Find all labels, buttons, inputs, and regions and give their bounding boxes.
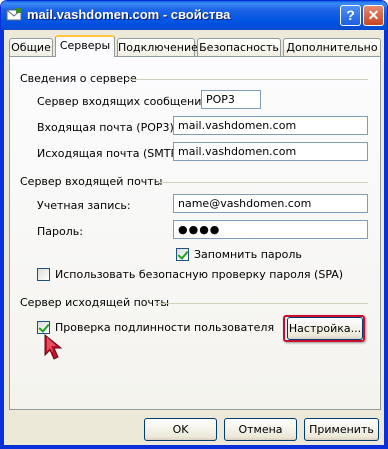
- properties-dialog: mail.vashdomen.com - свойства ? ✕ Общие …: [0, 0, 388, 449]
- title-bar[interactable]: mail.vashdomen.com - свойства ? ✕: [1, 1, 387, 30]
- group-divider: [128, 79, 368, 80]
- spa-label[interactable]: Использовать безопасную проверку пароля …: [55, 268, 343, 281]
- incoming-server-group-label: Сервер входящей почты: [20, 175, 163, 188]
- mouse-pointer-icon: [44, 333, 63, 360]
- settings-button-highlight: [283, 315, 365, 342]
- close-button[interactable]: ✕: [363, 5, 384, 26]
- incoming-type-field: POP3: [201, 90, 261, 109]
- window-border-left: [1, 30, 4, 448]
- account-label: Учетная запись:: [37, 199, 131, 212]
- outgoing-mail-input[interactable]: mail.vashdomen.com: [173, 142, 368, 161]
- window-title: mail.vashdomen.com - свойства: [27, 7, 231, 22]
- incoming-mail-input[interactable]: mail.vashdomen.com: [173, 116, 368, 135]
- ok-button[interactable]: OK: [144, 418, 217, 441]
- window-border-bottom: [1, 445, 387, 448]
- window-border-right: [384, 30, 387, 448]
- tab-servers[interactable]: Серверы: [55, 35, 115, 57]
- outgoing-mail-label: Исходящая почта (SMTP):: [37, 147, 186, 160]
- remember-password-checkbox[interactable]: [176, 248, 189, 261]
- outgoing-server-group-label: Сервер исходящей почты: [20, 296, 170, 309]
- remember-password-label[interactable]: Запомнить пароль: [194, 248, 302, 261]
- help-button[interactable]: ?: [340, 5, 361, 26]
- auth-label[interactable]: Проверка подлинности пользователя: [55, 321, 274, 334]
- tab-connection[interactable]: Подключение: [117, 38, 198, 56]
- password-label: Пароль:: [37, 225, 83, 238]
- account-input[interactable]: name@vashdomen.com: [173, 194, 368, 213]
- mail-envelope-icon: [6, 7, 22, 23]
- incoming-mail-label: Входящая почта (POP3):: [37, 121, 178, 134]
- password-input[interactable]: ●●●●: [173, 220, 368, 239]
- apply-button[interactable]: Применить: [304, 418, 379, 441]
- tab-general[interactable]: Общие: [9, 38, 53, 56]
- group-divider: [156, 303, 368, 304]
- server-info-group-label: Сведения о сервере: [20, 72, 137, 85]
- servers-panel: Сведения о сервере Сервер входящих сообщ…: [9, 56, 381, 410]
- tab-advanced[interactable]: Дополнительно: [283, 38, 381, 56]
- incoming-type-label: Сервер входящих сообщений:: [37, 95, 213, 108]
- spa-checkbox[interactable]: [37, 268, 50, 281]
- group-divider: [156, 182, 368, 183]
- tab-security[interactable]: Безопасность: [197, 38, 281, 56]
- cancel-button[interactable]: Отмена: [224, 418, 297, 441]
